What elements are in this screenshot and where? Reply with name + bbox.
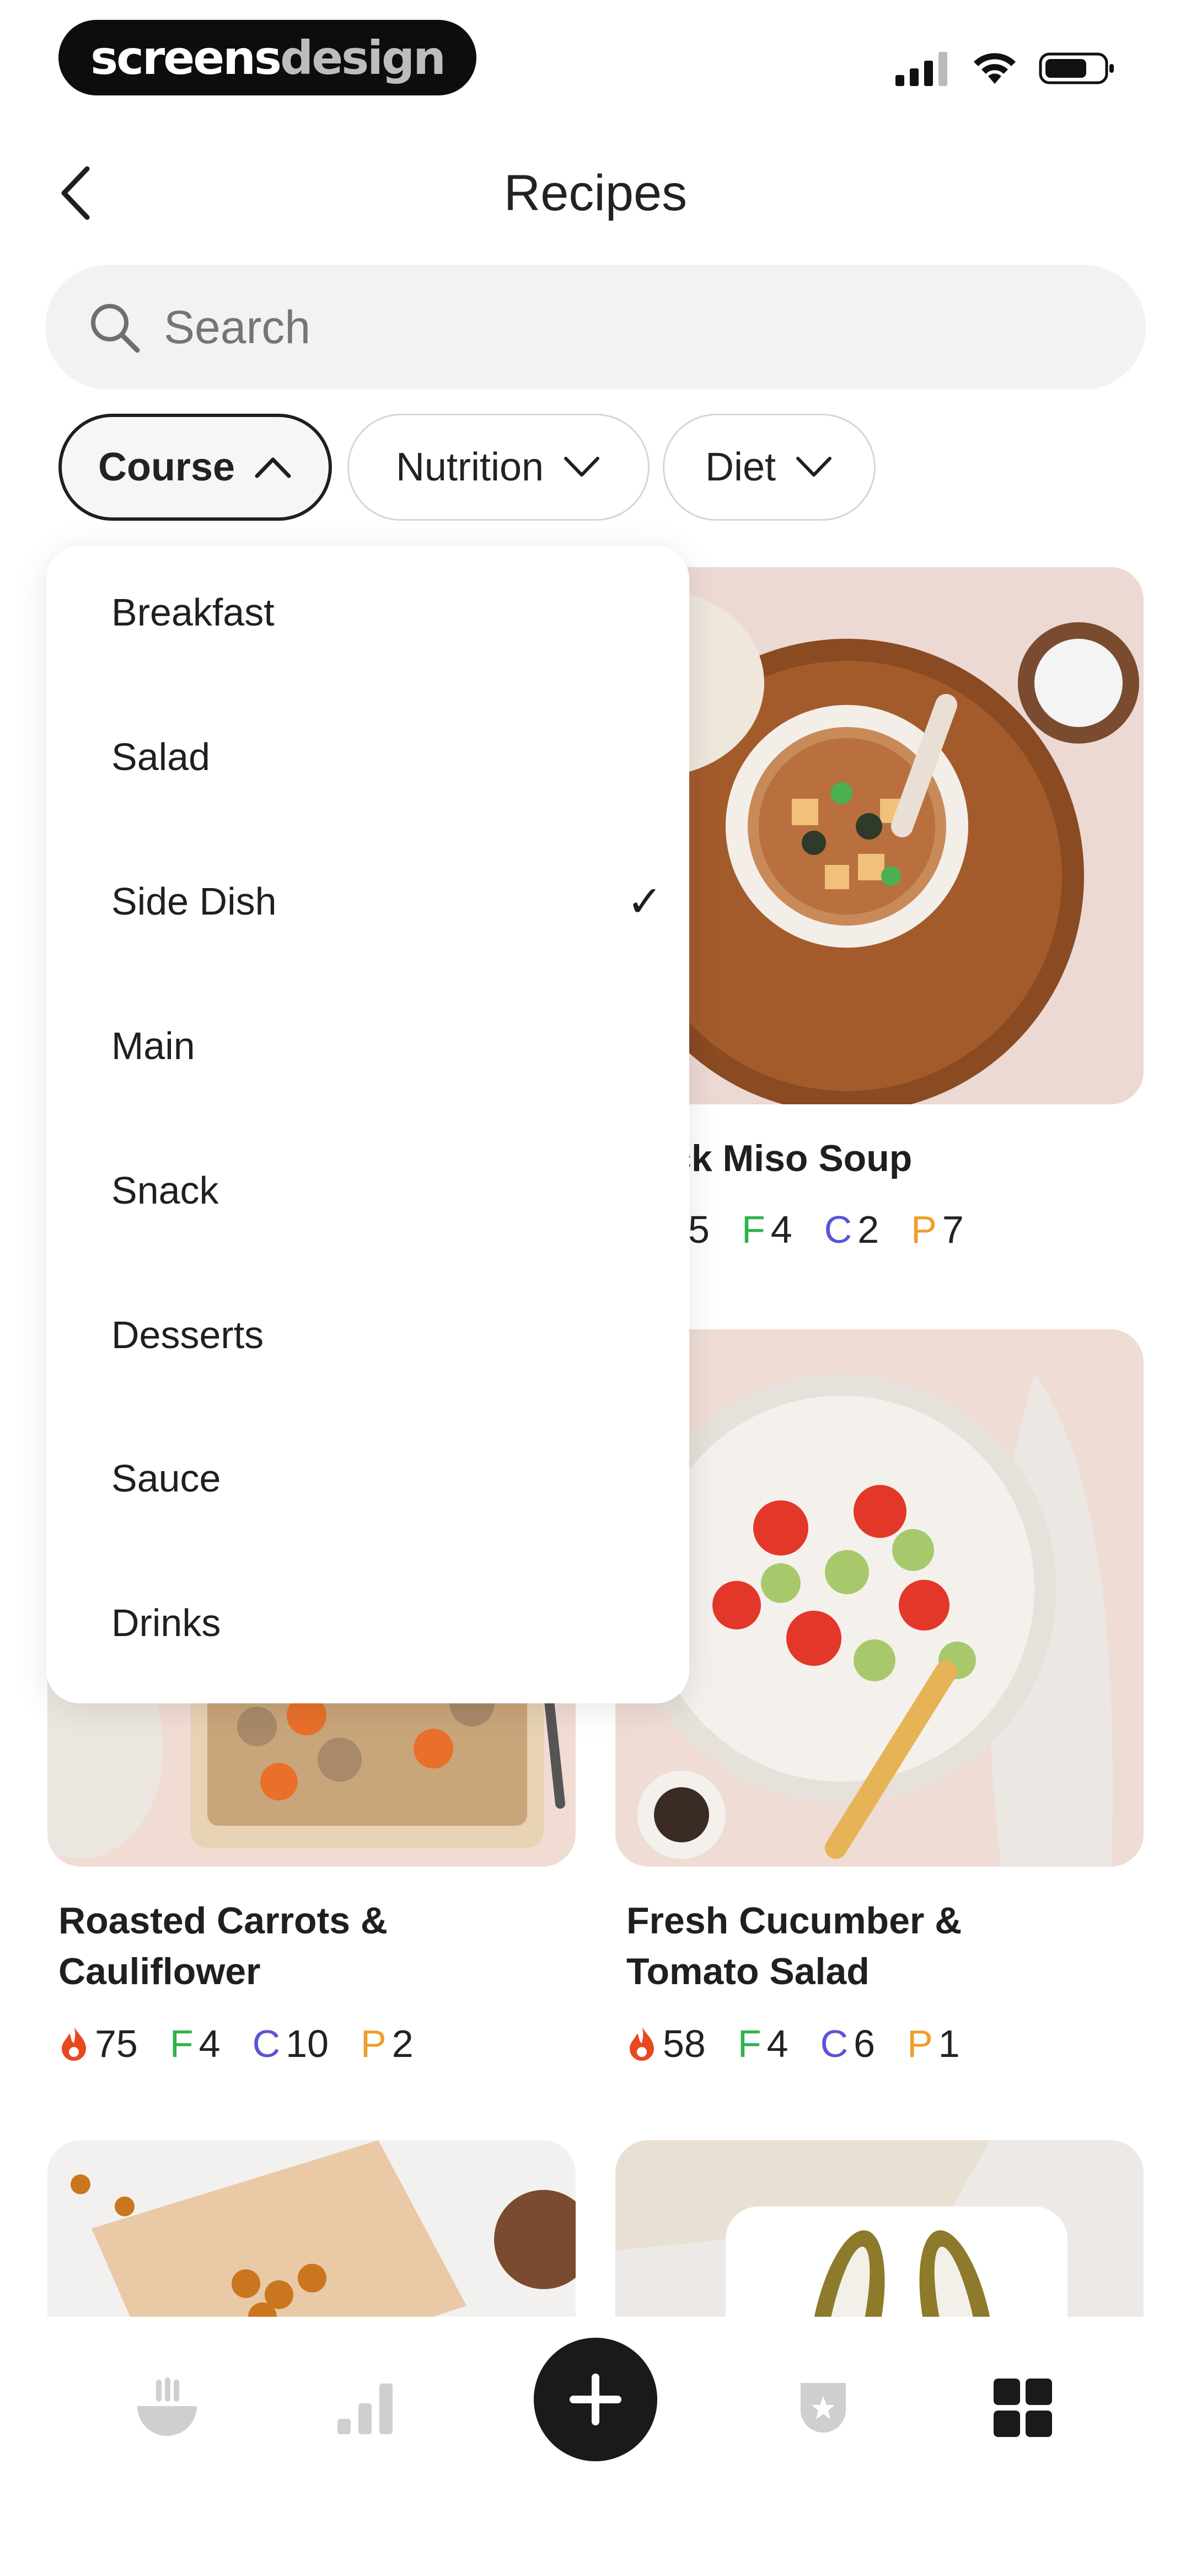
course-option-label: Drinks	[111, 1601, 221, 1644]
fat-value: 4	[770, 1208, 792, 1251]
status-icons	[895, 46, 1116, 90]
badge-icon	[801, 2383, 846, 2433]
carbs-key: C	[820, 2022, 849, 2065]
miso-soup-photo	[615, 567, 1144, 1104]
carbs-stat: C2	[824, 1207, 879, 1252]
carbs-key: C	[252, 2022, 281, 2065]
status-bar: screens design	[0, 0, 1191, 110]
page-title: Recipes	[503, 165, 688, 221]
course-option-label: Main	[111, 1024, 195, 1067]
nutrition-filter-button[interactable]: Nutrition	[347, 414, 650, 521]
course-option-label: Side Dish	[111, 880, 277, 923]
chevron-down-icon	[564, 457, 600, 477]
fat-key: F	[741, 1208, 765, 1251]
course-option-salad[interactable]: Salad	[111, 718, 663, 795]
course-filter-label: Course	[98, 445, 235, 489]
course-option-label: Desserts	[111, 1313, 264, 1356]
protein-key: P	[361, 2022, 387, 2065]
protein-stat: P1	[907, 2022, 960, 2066]
course-dropdown-menu: Breakfast Salad Side Dish ✓ Main Snack D…	[46, 546, 689, 1703]
course-option-label: Breakfast	[111, 591, 275, 634]
protein-stat: P7	[911, 1207, 964, 1252]
chevron-up-icon	[255, 457, 291, 478]
fat-key: F	[169, 2022, 194, 2065]
course-option-snack[interactable]: Snack	[111, 1152, 663, 1229]
flame-icon	[630, 2027, 654, 2061]
protein-stat: P2	[361, 2022, 414, 2066]
course-option-label: Snack	[111, 1169, 219, 1212]
course-option-label: Salad	[111, 735, 211, 778]
bottom-navigation	[0, 2317, 1191, 2576]
screensdesign-logo: screens design	[58, 20, 476, 95]
recipe-title-line: Roasted Carrots &	[58, 1900, 388, 1942]
recipe-image-miso-soup[interactable]	[615, 567, 1144, 1104]
course-filter-button[interactable]: Course	[58, 414, 332, 521]
logo-text-b: design	[280, 30, 446, 85]
protein-key: P	[907, 2022, 933, 2065]
logo-text-a: screens	[90, 30, 282, 85]
search-bar[interactable]	[45, 265, 1146, 389]
carbs-value: 2	[857, 1208, 879, 1251]
recipe-title-line: Fresh Cucumber &	[626, 1900, 962, 1942]
carbs-stat: C6	[820, 2022, 876, 2066]
kcal-stat: 58	[627, 2022, 706, 2066]
carbs-value: 10	[286, 2022, 329, 2065]
recipe-title[interactable]: Roasted Carrots & Cauliflower	[58, 1895, 388, 1997]
battery-icon	[1039, 52, 1114, 84]
protein-key: P	[911, 1208, 937, 1251]
cucumber-salad-photo	[615, 1329, 1144, 1867]
search-icon	[87, 300, 142, 355]
recipe-macros: 58 F4 C6 P1	[627, 2019, 992, 2069]
grid-icon	[994, 2379, 1052, 2437]
nav-grid[interactable]	[981, 2366, 1064, 2449]
nav-badge[interactable]	[782, 2366, 865, 2449]
diet-filter-label: Diet	[705, 445, 776, 489]
plus-icon	[570, 2374, 621, 2425]
fat-key: F	[737, 2022, 761, 2065]
checkmark-icon: ✓	[626, 877, 663, 926]
nutrition-filter-label: Nutrition	[395, 445, 544, 489]
protein-value: 1	[938, 2022, 960, 2065]
fat-stat: F4	[738, 2022, 788, 2066]
nav-bowl[interactable]	[126, 2366, 208, 2449]
course-option-breakfast[interactable]: Breakfast	[111, 574, 663, 651]
recipe-macros: 75 F4 C 10 P2	[60, 2019, 446, 2069]
kcal-value: 5	[688, 1208, 710, 1251]
fat-stat: F4	[170, 2022, 221, 2066]
flame-icon	[62, 2027, 86, 2061]
recipe-title[interactable]: ck Miso Soup	[670, 1133, 912, 1184]
recipe-title-line: Tomato Salad	[626, 1950, 870, 1992]
fat-value: 4	[766, 2022, 788, 2065]
recipe-title[interactable]: Fresh Cucumber & Tomato Salad	[626, 1895, 962, 1997]
kcal-value: 58	[663, 2022, 706, 2065]
course-option-desserts[interactable]: Desserts	[111, 1296, 663, 1373]
nav-stats[interactable]	[324, 2366, 407, 2449]
diet-filter-button[interactable]: Diet	[663, 414, 876, 521]
carbs-stat: C 10	[253, 2022, 329, 2066]
recipe-image-cucumber-salad[interactable]	[615, 1329, 1144, 1867]
fat-stat: F4	[742, 1207, 792, 1252]
recipe-macros: 5 F4 C2 P7	[688, 1205, 996, 1254]
fat-value: 4	[198, 2022, 221, 2065]
carbs-value: 6	[854, 2022, 876, 2065]
cellular-signal-icon	[895, 52, 947, 86]
recipe-title-line: Cauliflower	[58, 1950, 261, 1992]
course-option-side-dish[interactable]: Side Dish ✓	[111, 863, 663, 940]
protein-value: 2	[391, 2022, 414, 2065]
bar-chart-icon	[337, 2383, 393, 2434]
bowl-icon	[137, 2377, 197, 2436]
add-button[interactable]	[534, 2338, 657, 2461]
course-option-label: Sauce	[111, 1457, 221, 1500]
course-option-main[interactable]: Main	[111, 1007, 663, 1084]
kcal-stat: 75	[60, 2022, 138, 2066]
kcal-value: 75	[95, 2022, 138, 2065]
wifi-icon	[974, 53, 1016, 84]
protein-value: 7	[942, 1208, 964, 1251]
carbs-key: C	[824, 1208, 852, 1251]
chevron-down-icon	[796, 457, 832, 477]
course-option-sauce[interactable]: Sauce	[111, 1440, 663, 1517]
search-input[interactable]	[164, 300, 1046, 354]
course-option-drinks[interactable]: Drinks	[111, 1584, 663, 1661]
